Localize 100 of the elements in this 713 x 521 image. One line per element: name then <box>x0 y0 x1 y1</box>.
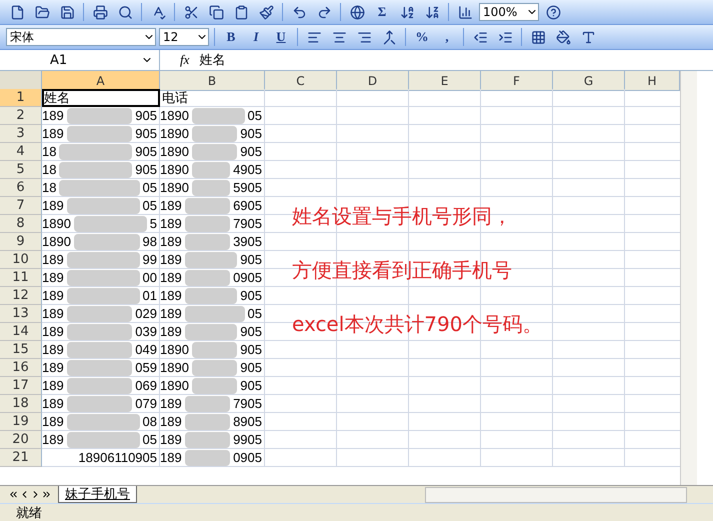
cell-text: 905 <box>240 288 262 303</box>
column-header[interactable]: E <box>409 71 481 91</box>
table-cell[interactable]: 189 00 <box>42 269 160 287</box>
row-header[interactable]: 17 <box>0 377 42 395</box>
table-cell[interactable]: 189 3905 <box>160 233 265 251</box>
last-sheet-icon[interactable] <box>41 489 52 500</box>
table-cell[interactable]: 电话 <box>160 89 265 107</box>
table-cell[interactable]: 189 079 <box>42 395 160 413</box>
first-sheet-icon[interactable] <box>8 489 19 500</box>
name-box[interactable]: A1 <box>0 50 160 70</box>
blur-smudge <box>66 108 132 124</box>
cell-text: 1890 <box>160 342 189 357</box>
row-header[interactable]: 15 <box>0 341 42 359</box>
cell-text: 189 <box>42 324 64 339</box>
font-dropdown[interactable]: 宋体 <box>6 28 156 46</box>
font-size-dropdown[interactable]: 12 <box>159 28 209 46</box>
blur-smudge <box>184 252 238 268</box>
cell-text: 189 <box>160 414 182 429</box>
table-cell[interactable]: 189 905 <box>160 287 265 305</box>
row-header[interactable]: 11 <box>0 269 42 287</box>
row-header[interactable]: 7 <box>0 197 42 215</box>
cell-text: 189 <box>42 306 64 321</box>
table-cell[interactable]: 189 059 <box>42 359 160 377</box>
row-header[interactable]: 8 <box>0 215 42 233</box>
row-header[interactable]: 14 <box>0 323 42 341</box>
row-header[interactable]: 9 <box>0 233 42 251</box>
row-header[interactable]: 4 <box>0 143 42 161</box>
table-cell[interactable]: 189 6905 <box>160 197 265 215</box>
table-cell[interactable]: 189 0905 <box>160 269 265 287</box>
row-header[interactable]: 19 <box>0 413 42 431</box>
table-cell[interactable]: 189 905 <box>42 107 160 125</box>
column-header[interactable]: F <box>481 71 553 91</box>
table-cell[interactable]: 1890 4905 <box>160 161 265 179</box>
table-cell[interactable]: 189 08 <box>42 413 160 431</box>
cell-text: 905 <box>240 252 262 267</box>
table-cell[interactable]: 189 0905 <box>160 449 265 467</box>
percent-button[interactable]: % <box>411 26 433 48</box>
cell-text: 189 <box>160 450 182 465</box>
underline-button[interactable]: U <box>270 26 292 48</box>
cell-text: 905 <box>135 162 157 177</box>
table-cell[interactable]: 189 8905 <box>160 413 265 431</box>
comma-button[interactable]: , <box>436 26 458 48</box>
column-header[interactable]: B <box>160 71 265 91</box>
column-header[interactable]: A <box>42 71 160 91</box>
table-cell[interactable]: 189 029 <box>42 305 160 323</box>
column-header[interactable]: C <box>265 71 337 91</box>
table-cell[interactable]: 18 05 <box>42 179 160 197</box>
table-cell[interactable]: 189 905 <box>160 251 265 269</box>
row-header[interactable]: 16 <box>0 359 42 377</box>
table-cell[interactable]: 1890 905 <box>160 143 265 161</box>
row-header[interactable]: 5 <box>0 161 42 179</box>
table-cell[interactable]: 189 069 <box>42 377 160 395</box>
row-header[interactable]: 1 <box>0 89 42 107</box>
row-header[interactable]: 13 <box>0 305 42 323</box>
row-header[interactable]: 6 <box>0 179 42 197</box>
table-cell[interactable]: 1890 5 <box>42 215 160 233</box>
table-cell[interactable]: 189 7905 <box>160 395 265 413</box>
row-header[interactable]: 20 <box>0 431 42 449</box>
table-cell[interactable]: 1890 5905 <box>160 179 265 197</box>
table-cell[interactable]: 1890 905 <box>160 341 265 359</box>
table-cell[interactable]: 1890 905 <box>160 359 265 377</box>
table-cell[interactable]: 189 905 <box>42 125 160 143</box>
column-header[interactable]: D <box>337 71 409 91</box>
column-header[interactable]: H <box>625 71 680 91</box>
row-header[interactable]: 2 <box>0 107 42 125</box>
table-cell[interactable]: 189 9905 <box>160 431 265 449</box>
table-cell[interactable]: 1890 98 <box>42 233 160 251</box>
table-cell[interactable]: 189 039 <box>42 323 160 341</box>
row-header[interactable]: 3 <box>0 125 42 143</box>
row-header[interactable]: 21 <box>0 449 42 467</box>
horizontal-scrollbar[interactable] <box>425 486 687 502</box>
cell-text: 905 <box>135 108 157 123</box>
blur-smudge <box>66 360 132 376</box>
formula-content[interactable]: 姓名 <box>199 51 226 69</box>
table-cell[interactable]: 189 05 <box>42 197 160 215</box>
cell-text: 189 <box>42 432 64 447</box>
table-cell[interactable]: 189 01 <box>42 287 160 305</box>
sheet-tab[interactable]: 妹子手机号 <box>58 486 137 503</box>
row-header[interactable]: 12 <box>0 287 42 305</box>
table-cell[interactable]: 189 05 <box>160 305 265 323</box>
table-cell[interactable]: 189 905 <box>160 323 265 341</box>
table-cell[interactable]: 189 05 <box>42 431 160 449</box>
table-cell[interactable]: 18 905 <box>42 143 160 161</box>
table-cell[interactable]: 189 049 <box>42 341 160 359</box>
table-cell[interactable]: 18 905 <box>42 161 160 179</box>
table-cell[interactable]: 1890 905 <box>160 377 265 395</box>
row-header[interactable]: 18 <box>0 395 42 413</box>
table-cell[interactable]: 189 7905 <box>160 215 265 233</box>
table-cell[interactable]: 1890 05 <box>160 107 265 125</box>
column-header[interactable]: G <box>553 71 625 91</box>
table-cell[interactable]: 18906110905 <box>42 449 160 467</box>
table-cell[interactable]: 姓名 <box>42 89 160 107</box>
autosum-button[interactable]: Σ <box>371 1 393 23</box>
zoom-dropdown[interactable]: 100% <box>479 3 539 21</box>
vertical-scrollbar[interactable] <box>680 71 697 485</box>
bold-button[interactable]: B <box>220 26 242 48</box>
row-header[interactable]: 10 <box>0 251 42 269</box>
table-cell[interactable]: 1890 905 <box>160 125 265 143</box>
italic-button[interactable]: I <box>245 26 267 48</box>
table-cell[interactable]: 189 99 <box>42 251 160 269</box>
